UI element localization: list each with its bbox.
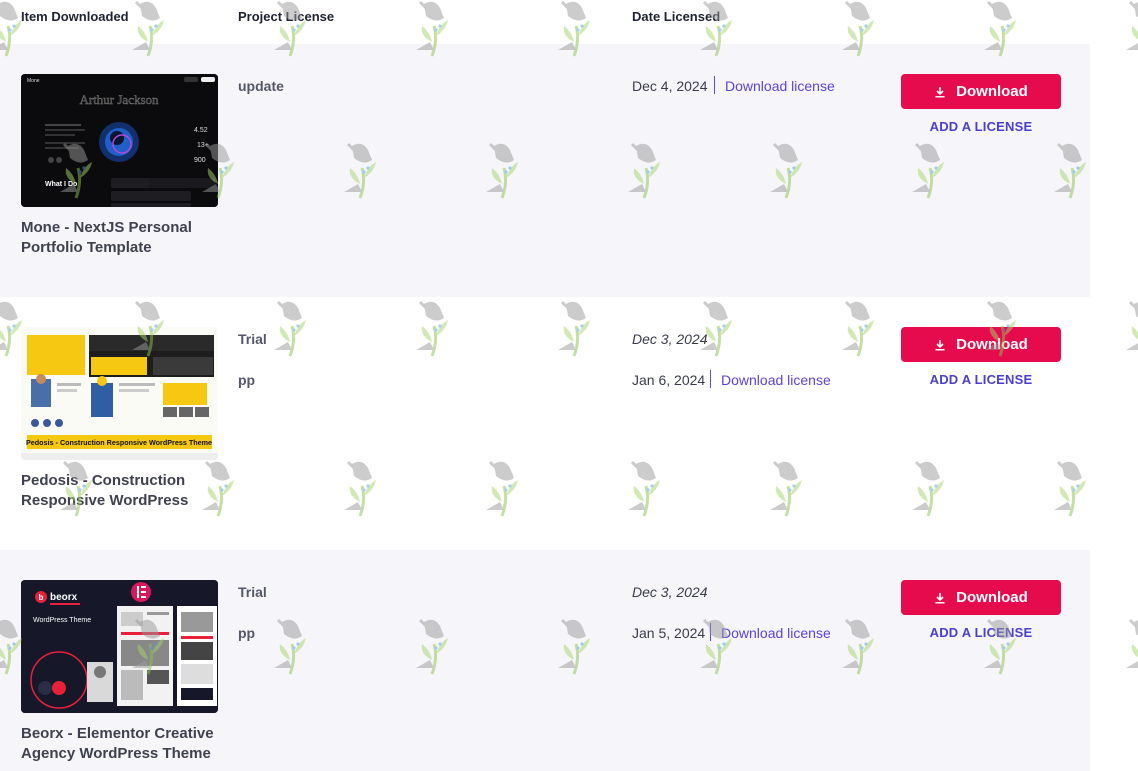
license-date: Jan 5, 2024: [632, 625, 706, 641]
add-license-link[interactable]: ADD A LICENSE: [901, 119, 1061, 134]
separator: [710, 370, 711, 388]
download-button-label: Download: [956, 83, 1028, 100]
table-header: Item Downloaded Project License Date Lic…: [0, 0, 1138, 44]
license-name: Trial: [238, 584, 267, 600]
download-license-link[interactable]: Download license: [721, 625, 831, 641]
item-thumbnail[interactable]: Pedosis - Construction Responsive WordPr…: [21, 327, 218, 460]
table-row: b beorx WordPress Theme Beorx - Elemento…: [0, 550, 1090, 771]
svg-text:b: b: [39, 593, 44, 602]
download-license-link[interactable]: Download license: [721, 372, 831, 388]
item-title[interactable]: Pedosis - Construction Responsive WordPr…: [21, 471, 221, 511]
download-button-label: Download: [956, 589, 1028, 606]
download-button-label: Download: [956, 336, 1028, 353]
thumb-banner: Pedosis - Construction Responsive WordPr…: [26, 438, 212, 447]
thumb-sub: WordPress Theme: [33, 617, 91, 624]
svg-text:13+: 13+: [197, 142, 209, 149]
column-header-item: Item Downloaded: [21, 9, 129, 24]
download-button[interactable]: Download: [901, 327, 1061, 362]
download-icon: [934, 86, 946, 98]
svg-text:Mone: Mone: [27, 78, 40, 84]
license-name: pp: [238, 625, 256, 641]
separator: [714, 76, 715, 94]
license-name: Trial: [238, 331, 267, 347]
license-date: Dec 3, 2024: [632, 331, 708, 347]
add-license-link[interactable]: ADD A LICENSE: [901, 625, 1061, 640]
column-header-license: Project License: [238, 9, 335, 24]
column-header-date: Date Licensed: [632, 9, 721, 24]
watering-can-plant-icon: [1124, 300, 1138, 358]
download-icon: [934, 339, 946, 351]
thumb-tag: What I Do: [45, 181, 77, 188]
watering-can-plant-icon: [1124, 618, 1138, 676]
item-thumbnail[interactable]: b beorx WordPress Theme: [21, 580, 218, 713]
svg-text:900: 900: [194, 157, 206, 164]
license-name: update: [238, 78, 284, 94]
table-row: Mone Arthur Jackson 4.52 13+ 900 What I …: [0, 44, 1090, 297]
thumb-heading: Arthur Jackson: [79, 92, 159, 107]
license-date: Dec 3, 2024: [632, 584, 708, 600]
table-row: Pedosis - Construction Responsive WordPr…: [0, 297, 1090, 550]
item-title[interactable]: Mone - NextJS Personal Portfolio Templat…: [21, 218, 221, 258]
separator: [710, 623, 711, 641]
svg-text:4.52: 4.52: [194, 127, 208, 134]
license-date: Jan 6, 2024: [632, 372, 706, 388]
download-button[interactable]: Download: [901, 74, 1061, 109]
add-license-link[interactable]: ADD A LICENSE: [901, 372, 1061, 387]
item-title[interactable]: Beorx - Elementor Creative Agency WordPr…: [21, 724, 221, 764]
item-thumbnail[interactable]: Mone Arthur Jackson 4.52 13+ 900 What I …: [21, 74, 218, 207]
license-name: pp: [238, 372, 256, 388]
thumb-brand: beorx: [50, 592, 78, 603]
license-date: Dec 4, 2024: [632, 78, 708, 94]
download-icon: [934, 592, 946, 604]
download-license-link[interactable]: Download license: [725, 78, 835, 94]
download-button[interactable]: Download: [901, 580, 1061, 615]
